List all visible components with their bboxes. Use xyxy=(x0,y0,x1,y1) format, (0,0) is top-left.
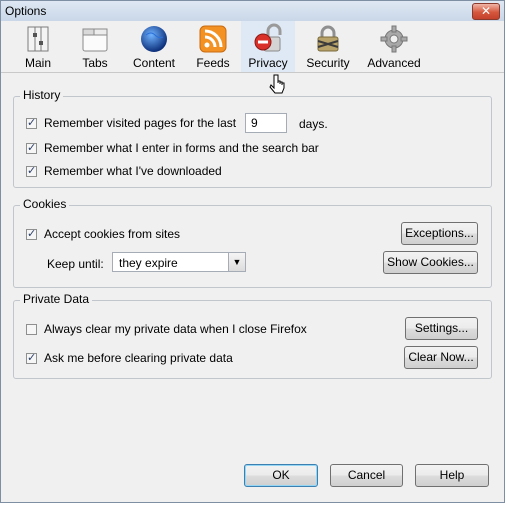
accept-cookies-row: Accept cookies from sites xyxy=(26,227,180,241)
main-icon xyxy=(27,26,49,52)
private-data-legend: Private Data xyxy=(20,292,93,306)
pane-feeds[interactable]: Feeds xyxy=(191,21,235,72)
always-clear-checkbox[interactable] xyxy=(26,323,37,335)
ask-before-label: Ask me before clearing private data xyxy=(44,351,233,365)
feeds-rss-icon xyxy=(199,25,227,53)
settings-button[interactable]: Settings... xyxy=(405,317,478,340)
title-bar[interactable]: Options ✕ xyxy=(1,1,504,21)
accept-cookies-label: Accept cookies from sites xyxy=(44,227,181,241)
history-group: History Remember visited pages for the l… xyxy=(13,88,492,188)
content-globe-icon xyxy=(141,26,167,52)
pane-privacy[interactable]: Privacy xyxy=(241,21,295,72)
remember-downloads-checkbox[interactable] xyxy=(26,164,37,177)
close-button[interactable]: ✕ xyxy=(472,3,500,20)
keep-until-label: Keep until: xyxy=(47,257,104,271)
security-padlock-icon xyxy=(317,25,339,52)
always-clear-label: Always clear my private data when I clos… xyxy=(44,322,307,336)
always-clear-row: Always clear my private data when I clos… xyxy=(26,322,307,336)
history-legend: History xyxy=(20,88,64,102)
remember-downloads-row: Remember what I've downloaded xyxy=(26,164,222,178)
options-dialog: Options ✕ Main Tabs Content Feeds Privac… xyxy=(0,0,505,503)
show-cookies-button[interactable]: Show Cookies... xyxy=(383,251,478,274)
pane-toolbar: Main Tabs Content Feeds Privacy Security… xyxy=(1,21,504,94)
remember-downloads-label: Remember what I've downloaded xyxy=(44,164,222,178)
ok-button[interactable]: OK xyxy=(244,464,318,487)
remember-forms-row: Remember what I enter in forms and the s… xyxy=(26,141,319,155)
pane-label: Main xyxy=(24,56,51,70)
pane-label: Security xyxy=(306,56,350,70)
advanced-gear-icon xyxy=(380,25,408,53)
clear-now-button[interactable]: Clear Now... xyxy=(404,346,478,369)
cookies-legend: Cookies xyxy=(20,197,70,211)
pane-advanced[interactable]: Advanced xyxy=(363,21,425,72)
remember-pages-checkbox[interactable] xyxy=(26,116,37,129)
window-title: Options xyxy=(5,4,47,18)
remember-forms-checkbox[interactable] xyxy=(26,141,37,154)
close-icon: ✕ xyxy=(480,4,492,18)
help-button[interactable]: Help xyxy=(415,464,489,487)
remember-forms-label: Remember what I enter in forms and the s… xyxy=(44,141,319,155)
accept-cookies-checkbox[interactable] xyxy=(26,227,37,240)
pane-security[interactable]: Security xyxy=(303,21,353,72)
history-days-input[interactable]: 9 xyxy=(245,113,287,133)
ask-before-checkbox[interactable] xyxy=(26,351,37,364)
cookies-group: Cookies Accept cookies from sites Except… xyxy=(13,197,492,288)
ask-before-row: Ask me before clearing private data xyxy=(26,351,233,365)
pane-label: Feeds xyxy=(196,56,230,70)
pane-tabs[interactable]: Tabs xyxy=(73,21,117,72)
pane-label: Advanced xyxy=(367,56,421,70)
exceptions-button[interactable]: Exceptions... xyxy=(401,222,478,245)
remember-pages-row: Remember visited pages for the last xyxy=(26,116,236,130)
private-data-group: Private Data Always clear my private dat… xyxy=(13,292,492,379)
cancel-button[interactable]: Cancel xyxy=(330,464,403,487)
pane-label: Tabs xyxy=(82,56,108,70)
keep-until-value: they expire xyxy=(119,256,178,270)
remember-pages-label: Remember visited pages for the last xyxy=(44,116,237,130)
pane-main[interactable]: Main xyxy=(15,21,61,72)
days-label: days. xyxy=(299,117,328,131)
mouse-cursor-icon xyxy=(269,74,285,94)
pane-label: Privacy xyxy=(248,56,288,70)
privacy-lock-icon xyxy=(254,23,282,52)
pane-label: Content xyxy=(132,56,176,70)
keep-until-select[interactable]: they expire ▼ xyxy=(112,252,246,272)
chevron-down-icon[interactable]: ▼ xyxy=(228,253,245,271)
tabs-icon xyxy=(82,28,108,52)
pane-content[interactable]: Content xyxy=(127,21,181,72)
